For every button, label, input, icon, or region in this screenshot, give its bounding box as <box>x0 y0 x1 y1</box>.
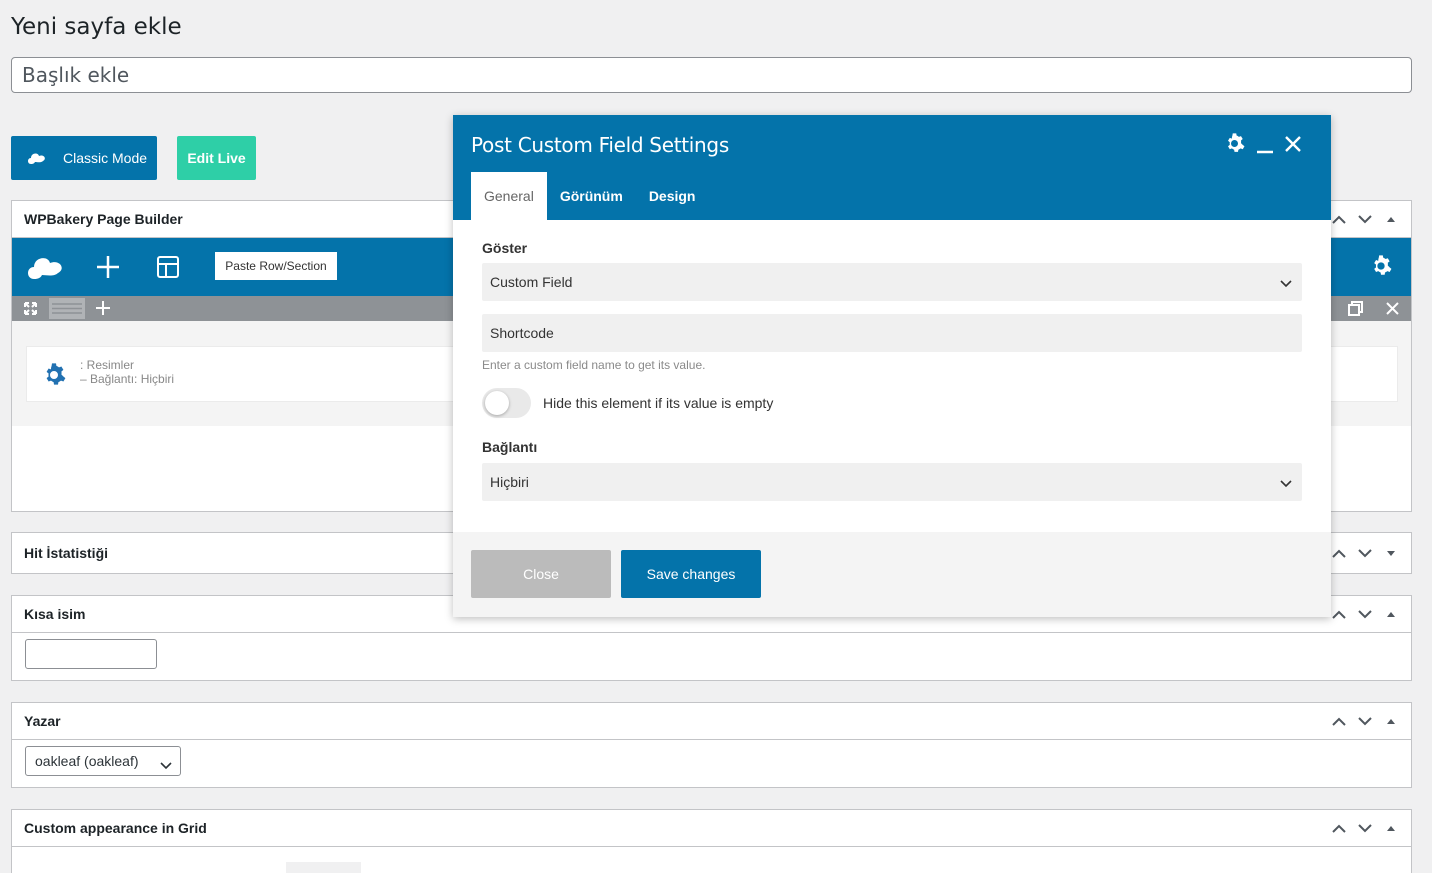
author-value: oakleaf (oakleaf) <box>35 753 139 769</box>
drag-handle-icon[interactable] <box>49 298 85 319</box>
custom-grid-title: Custom appearance in Grid <box>24 820 207 836</box>
title-placeholder: Başlık ekle <box>22 63 130 87</box>
goster-label: Göster <box>482 240 528 256</box>
yazar-title: Yazar <box>24 713 61 729</box>
modal-header: Post Custom Field Settings General Görün… <box>453 115 1331 220</box>
move-down-icon[interactable] <box>1357 545 1373 561</box>
goster-value: Custom Field <box>490 274 573 290</box>
close-button[interactable]: Close <box>471 550 611 598</box>
shortcode-value: Shortcode <box>490 325 554 341</box>
chevron-down-icon <box>160 757 172 773</box>
add-element-icon[interactable] <box>96 255 120 284</box>
kisa-isim-input[interactable] <box>25 639 157 669</box>
edit-live-button[interactable]: Edit Live <box>177 136 256 180</box>
element-gear-icon <box>42 363 66 392</box>
metabox-handles <box>1331 533 1399 573</box>
toggle-panel-icon[interactable] <box>1383 714 1399 730</box>
baglanti-select[interactable]: Hiçbiri <box>482 463 1302 501</box>
chevron-down-icon <box>1280 475 1292 491</box>
toggle-panel-icon[interactable] <box>1383 212 1399 228</box>
wpbakery-logo-icon[interactable] <box>26 253 64 286</box>
move-down-icon[interactable] <box>1357 714 1373 730</box>
modal-body: Göster Custom Field Shortcode Enter a cu… <box>453 220 1331 532</box>
tab-design[interactable]: Design <box>636 172 709 220</box>
baglanti-label: Bağlantı <box>482 439 538 455</box>
page-title: Yeni sayfa ekle <box>11 14 182 40</box>
save-changes-button[interactable]: Save changes <box>621 550 761 598</box>
move-up-icon[interactable] <box>1331 714 1347 730</box>
move-up-icon[interactable] <box>1331 212 1347 228</box>
clone-row-icon[interactable] <box>1348 301 1363 321</box>
tab-general[interactable]: General <box>471 172 547 220</box>
classic-mode-label: Classic Mode <box>63 150 148 166</box>
paste-row-button[interactable]: Paste Row/Section <box>215 252 337 280</box>
move-down-icon[interactable] <box>1357 821 1373 837</box>
classic-mode-button[interactable]: Classic Mode <box>11 136 157 180</box>
modal-settings-gear-icon[interactable] <box>1224 133 1245 154</box>
yazar-header[interactable]: Yazar <box>12 703 1411 740</box>
wpbakery-title: WPBakery Page Builder <box>24 211 183 227</box>
metabox-handles <box>1331 810 1399 847</box>
move-up-icon[interactable] <box>1331 545 1347 561</box>
author-select[interactable]: oakleaf (oakleaf) <box>25 746 181 776</box>
hit-title: Hit İstatistiği <box>24 545 109 561</box>
custom-grid-header[interactable]: Custom appearance in Grid <box>12 810 1411 847</box>
custom-grid-metabox: Custom appearance in Grid <box>11 809 1412 873</box>
move-down-icon[interactable] <box>1357 607 1373 623</box>
element-subtitle: – Bağlantı: Hiçbiri <box>80 372 175 386</box>
metabox-handles <box>1331 703 1399 740</box>
kisa-isim-title: Kısa isim <box>24 606 86 622</box>
modal-tabs: General Görünüm Design <box>471 172 709 220</box>
fullscreen-icon[interactable] <box>24 302 37 320</box>
toggle-panel-icon[interactable] <box>1383 607 1399 623</box>
move-up-icon[interactable] <box>1331 821 1347 837</box>
close-icon[interactable] <box>1285 135 1301 152</box>
element-title: : Resimler <box>80 358 135 372</box>
wpbakery-logo-icon <box>11 151 63 165</box>
delete-row-icon[interactable] <box>1386 302 1399 320</box>
help-text: Enter a custom field name to get its val… <box>482 358 706 372</box>
move-down-icon[interactable] <box>1357 212 1373 228</box>
title-input[interactable]: Başlık ekle <box>11 57 1412 93</box>
settings-gear-icon[interactable] <box>1370 255 1392 282</box>
shortcode-field[interactable]: Shortcode <box>482 314 1302 352</box>
modal-footer: Close Save changes <box>453 532 1331 617</box>
yazar-metabox: Yazar oakleaf (oakleaf) <box>11 702 1412 788</box>
tab-gorunum[interactable]: Görünüm <box>547 172 636 220</box>
chevron-down-icon <box>1280 275 1292 291</box>
templates-icon[interactable] <box>156 255 180 284</box>
goster-select[interactable]: Custom Field <box>482 263 1302 301</box>
toggle-label: Hide this element if its value is empty <box>543 395 774 411</box>
toggle-knob <box>485 391 509 415</box>
custom-field-settings-modal: Post Custom Field Settings General Görün… <box>453 115 1331 617</box>
toggle-panel-icon[interactable] <box>1383 821 1399 837</box>
grid-preview-block <box>286 862 361 873</box>
hide-if-empty-toggle[interactable] <box>482 388 531 418</box>
add-column-icon[interactable] <box>96 301 110 320</box>
modal-controls <box>1224 133 1301 154</box>
metabox-handles <box>1331 596 1399 633</box>
toggle-panel-icon[interactable] <box>1383 545 1399 561</box>
metabox-handles <box>1331 201 1399 238</box>
baglanti-value: Hiçbiri <box>490 474 529 490</box>
minimize-icon[interactable] <box>1257 134 1273 154</box>
modal-title: Post Custom Field Settings <box>471 133 729 157</box>
move-up-icon[interactable] <box>1331 607 1347 623</box>
